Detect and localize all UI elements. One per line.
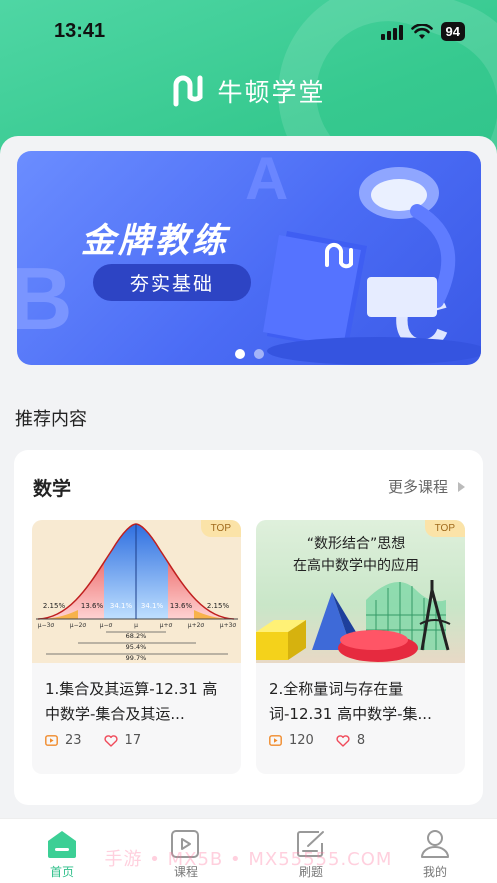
more-courses-link[interactable]: 更多课程 [388,476,465,497]
course-stats: 120 8 [269,733,387,748]
thumb-tick-4: μ [134,622,138,629]
course-title: 2.全称量词与存在量词-12.31 高中数学-集... [269,680,432,723]
bottom-tab-bar: 首页 课程 刷题 我的 [0,818,497,883]
thumb-tick-2: μ−2σ [70,622,87,629]
thumb-tick-5: μ+σ [160,622,173,629]
play-count-icon [45,735,58,746]
play-count-icon [269,735,282,746]
video-course-icon [171,830,199,858]
thumb-text-line1: “数形结合”思想 [307,536,406,552]
thumb-range-2: 95.4% [126,643,147,651]
thumb-pct-2: 13.6% [81,602,104,610]
edit-exercise-icon [297,831,324,857]
cellular-signal-icon [380,24,403,40]
banner-subtitle: 夯实基础 [93,264,251,301]
subject-name: 数学 [33,478,72,500]
app-name: 牛顿学堂 [217,78,326,107]
thumb-tick-6: μ+2σ [188,622,205,629]
home-icon [48,831,76,858]
chevron-right-icon [458,481,465,492]
promo-banner[interactable]: A B C 金牌教练 夯实基础 [17,151,481,365]
course-card[interactable]: 2.15% 13.6% 34.1% 34.1% 13.6% 2.15% μ−3σ… [32,520,241,774]
banner-dot[interactable] [253,349,264,359]
top-badge: TOP [200,520,241,537]
tab-home[interactable]: 首页 [22,829,102,880]
thumb-tick-3: μ−σ [100,622,113,629]
thumb-tick-7: μ+3σ [220,622,237,629]
thumb-text-line2: 在高中数学中的应用 [293,557,419,574]
thumb-pct-1: 2.15% [43,602,66,610]
course-stats: 23 17 [45,733,163,748]
thumb-pct-4: 34.1% [141,602,164,610]
tab-profile[interactable]: 我的 [395,829,475,880]
course-title: 1.集合及其运算-12.31 高中数学-集合及其运... [45,680,218,723]
banner-pagination [17,349,481,359]
n-logo-icon [173,75,203,107]
tab-label: 我的 [422,865,447,879]
status-time: 13:41 [54,20,106,42]
like-count: 17 [124,733,142,748]
tab-exercises[interactable]: 刷题 [271,829,351,880]
section-title: 推荐内容 [15,409,87,430]
status-bar: 13:41 94 [0,0,497,64]
wifi-icon [410,23,433,39]
course-thumbnail: 2.15% 13.6% 34.1% 34.1% 13.6% 2.15% μ−3σ… [32,520,241,663]
battery-indicator: 94 [440,22,465,41]
app-brand: 牛顿学堂 [0,73,497,109]
play-count: 120 [289,733,314,748]
thumb-range-1: 68.2% [126,632,147,640]
more-courses-label: 更多课程 [387,478,448,496]
subject-card: 数学 更多课程 2.15% 13.6% 34.1% 34.1% 13.6% 2.… [14,450,483,805]
user-profile-icon [421,830,449,858]
geometry-thumbnail: “数形结合”思想 在高中数学中的应用 [256,536,451,662]
course-card[interactable]: “数形结合”思想 在高中数学中的应用 TOP 2.全称量词与存在量词-12.31… [256,520,465,774]
tab-label: 首页 [49,865,74,879]
course-thumbnail: “数形结合”思想 在高中数学中的应用 TOP [256,520,465,663]
banner-letter-b: B [17,249,73,348]
tab-courses[interactable]: 课程 [146,829,226,880]
thumb-pct-6: 2.15% [207,602,230,610]
top-badge: TOP [424,520,465,537]
like-count: 8 [356,733,366,748]
tab-label: 刷题 [298,865,323,879]
thumb-pct-5: 13.6% [170,602,193,610]
heart-icon[interactable] [103,734,118,747]
heart-icon[interactable] [336,734,350,747]
banner-dot-active[interactable] [234,349,245,359]
thumb-range-3: 99.7% [126,654,147,662]
play-count: 23 [65,733,82,748]
thumb-tick-1: μ−3σ [38,622,55,629]
banner-letter-a: A [245,151,288,212]
normal-distribution-thumbnail: 2.15% 13.6% 34.1% 34.1% 13.6% 2.15% μ−3σ… [36,523,238,662]
thumb-pct-3: 34.1% [110,602,133,610]
tab-label: 课程 [173,865,198,879]
banner-title: 金牌教练 [81,221,229,261]
